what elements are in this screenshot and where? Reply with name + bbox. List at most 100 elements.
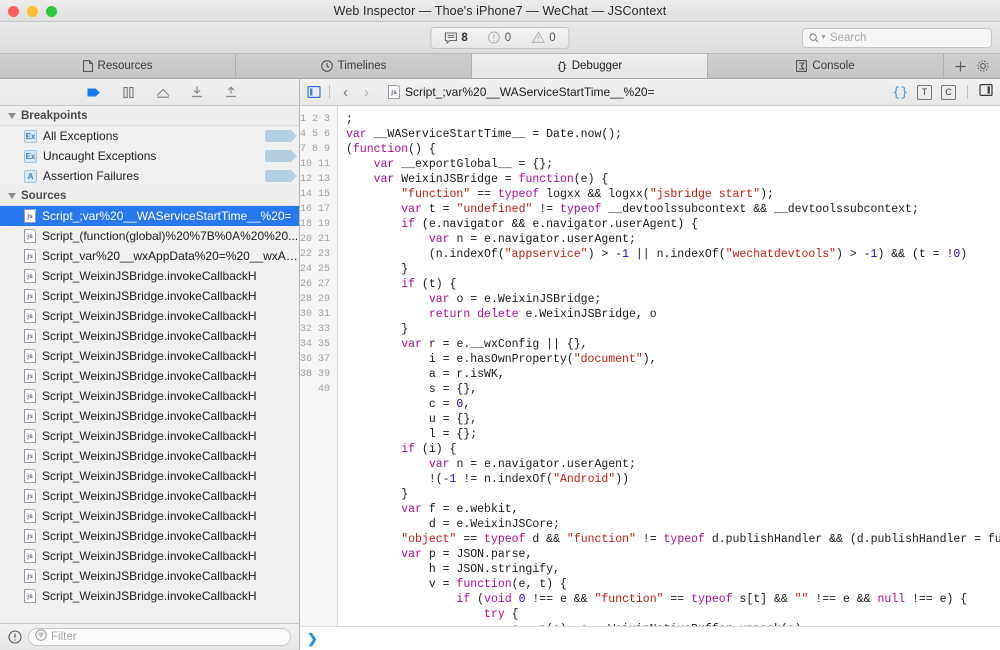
document-icon [83,60,93,72]
disclosure-triangle-icon[interactable] [8,113,16,119]
sigma-icon [796,60,807,72]
details-sidebar-toggle-icon[interactable] [979,83,993,102]
pretty-print-button[interactable]: {} [892,85,908,100]
source-list-item[interactable]: js Script_WeixinJSBridge.invokeCallbackH [0,586,299,606]
line-number-gutter: 1 2 3 4 5 6 7 8 9 10 11 12 13 14 15 16 1… [300,106,338,626]
breakpoint-toggle[interactable] [265,170,291,182]
traffic-lights [8,6,57,17]
js-file-icon: js [24,569,36,583]
search-box[interactable]: ▼ [802,28,992,48]
info-circle-icon[interactable] [8,630,22,644]
tab-timelines-label: Timelines [338,60,387,72]
source-list-item[interactable]: jsScript_WeixinJSBridge.invokeCallbackH [0,506,299,526]
source-list-item[interactable]: jsScript_WeixinJSBridge.invokeCallbackH [0,486,299,506]
close-button[interactable] [8,6,19,17]
js-file-icon: js [24,589,36,603]
source-list-item-label: Script_WeixinJSBridge.invokeCallbackH [42,529,257,543]
show-type-info-button[interactable]: T [917,85,932,100]
breakpoint-uncaught-exceptions[interactable]: Ex Uncaught Exceptions [0,146,299,166]
breakpoints-section-header[interactable]: Breakpoints [0,106,299,126]
chevron-down-icon: ▼ [820,34,827,41]
source-list-item[interactable]: jsScript_WeixinJSBridge.invokeCallbackH [0,466,299,486]
web-inspector-window: Web Inspector — Thoe's iPhone7 — WeChat … [0,0,1000,650]
source-list-item-label: Script_WeixinJSBridge.invokeCallbackH [42,389,257,403]
breakpoint-assertion-failures[interactable]: A Assertion Failures [0,166,299,186]
title-bar: Web Inspector — Thoe's iPhone7 — WeChat … [0,0,1000,22]
source-list-item-label: Script_;var%20__WAServiceStartTime__%20= [42,209,292,223]
breakpoint-all-exceptions[interactable]: Ex All Exceptions [0,126,299,146]
step-over-icon[interactable] [154,84,171,101]
source-list-item-label: Script_WeixinJSBridge.invokeCallbackH [42,489,257,503]
warning-count-value: 0 [549,32,555,44]
sidebar-tree[interactable]: Breakpoints Ex All Exceptions Ex Uncaugh… [0,106,299,623]
filter-input[interactable] [51,631,284,643]
breakpoint-toggle[interactable] [265,130,291,142]
tab-extras [944,54,1000,78]
search-input[interactable] [830,32,985,44]
forward-button[interactable]: › [359,85,374,100]
content-nav-toolbar: ‹ › js Script_;var%20__WAServiceStartTim… [300,79,1000,106]
source-list-item[interactable]: jsScript_WeixinJSBridge.invokeCallbackH [0,286,299,306]
nav-right-buttons: {} T C [892,83,993,102]
error-circle-icon [488,31,501,44]
js-file-icon: js [388,85,400,99]
log-count-button[interactable]: 8 [435,28,476,48]
source-code-editor[interactable]: 1 2 3 4 5 6 7 8 9 10 11 12 13 14 15 16 1… [300,106,1000,626]
breadcrumb[interactable]: js Script_;var%20__WAServiceStartTime__%… [388,85,655,99]
sidebar-toggle-icon[interactable] [307,85,321,99]
source-list-item[interactable]: js Script_WeixinJSBridge.invokeCallbackH [0,526,299,546]
sidebar-filter-bar [0,623,299,650]
source-list-item[interactable]: jsScript_WeixinJSBridge.invokeCallbackH [0,426,299,446]
top-toolbar: 8 0 0 ▼ [0,22,1000,54]
source-list-item[interactable]: jsScript_WeixinJSBridge.invokeCallbackH [0,386,299,406]
tab-timelines[interactable]: Timelines [236,54,472,78]
warning-count-button[interactable]: 0 [522,28,564,48]
source-list-item-label: Script_WeixinJSBridge.invokeCallbackH [42,289,257,303]
js-file-icon: js [24,269,36,283]
toolbar-separator [329,85,330,99]
breakpoint-label: Uncaught Exceptions [43,149,156,163]
log-count-value: 8 [461,32,467,44]
source-list-item[interactable]: jsScript_WeixinJSBridge.invokeCallbackH [0,406,299,426]
source-list-item[interactable]: jsScript_WeixinJSBridge.invokeCallbackH [0,346,299,366]
source-list-item[interactable]: jsScript_;var%20__WAServiceStartTime__%2… [0,206,299,226]
zoom-button[interactable] [46,6,57,17]
disclosure-triangle-icon[interactable] [8,193,16,199]
exception-badge-icon: Ex [24,130,37,143]
breakpoint-label: Assertion Failures [43,169,139,183]
error-count-button[interactable]: 0 [479,28,520,48]
gear-icon[interactable] [976,59,990,73]
source-list-item[interactable]: js Script_WeixinJSBridge.invokeCallbackH [0,566,299,586]
tab-debugger[interactable]: Debugger [472,54,708,78]
bug-icon [557,60,567,73]
source-list-item[interactable]: jsScript_WeixinJSBridge.invokeCallbackH [0,306,299,326]
pause-icon[interactable] [120,84,137,101]
step-into-icon[interactable] [188,84,205,101]
breakpoint-toggle[interactable] [265,150,291,162]
source-list-item-label: Script_WeixinJSBridge.invokeCallbackH [42,329,257,343]
minimize-button[interactable] [27,6,38,17]
source-list-item[interactable]: jsScript_WeixinJSBridge.invokeCallbackH [0,326,299,346]
tab-resources[interactable]: Resources [0,54,236,78]
source-list-item-label: Script_WeixinJSBridge.invokeCallbackH [42,569,257,583]
resume-arrow-icon[interactable] [86,84,103,101]
console-prompt-bar[interactable]: ❯ [300,626,1000,650]
plus-icon[interactable] [954,60,967,73]
source-list-item[interactable]: jsScript_WeixinJSBridge.invokeCallbackH [0,546,299,566]
source-list-item-label: Script_WeixinJSBridge.invokeCallbackH [42,589,257,603]
source-list-item[interactable]: jsScript_WeixinJSBridge.invokeCallbackH [0,366,299,386]
source-list-item[interactable]: jsScript_WeixinJSBridge.invokeCallbackH [0,266,299,286]
tab-debugger-label: Debugger [572,60,623,72]
source-list-item-label: Script_WeixinJSBridge.invokeCallbackH [42,449,257,463]
source-list-item[interactable]: jsScript_(function(global)%20%7B%0A%20%2… [0,226,299,246]
step-out-icon[interactable] [222,84,239,101]
filter-field[interactable] [28,628,291,646]
source-code-text[interactable]: ; var __WAServiceStartTime__ = Date.now(… [338,106,1000,626]
sources-section-header[interactable]: Sources [0,186,299,206]
tab-console[interactable]: Console [708,54,944,78]
source-list-item[interactable]: jsScript_WeixinJSBridge.invokeCallbackH [0,446,299,466]
source-list-item[interactable]: jsScript_var%20__wxAppData%20=%20__wxApp… [0,246,299,266]
show-coverage-button[interactable]: C [941,85,956,100]
back-button[interactable]: ‹ [338,85,353,100]
js-file-icon: js [24,529,36,543]
